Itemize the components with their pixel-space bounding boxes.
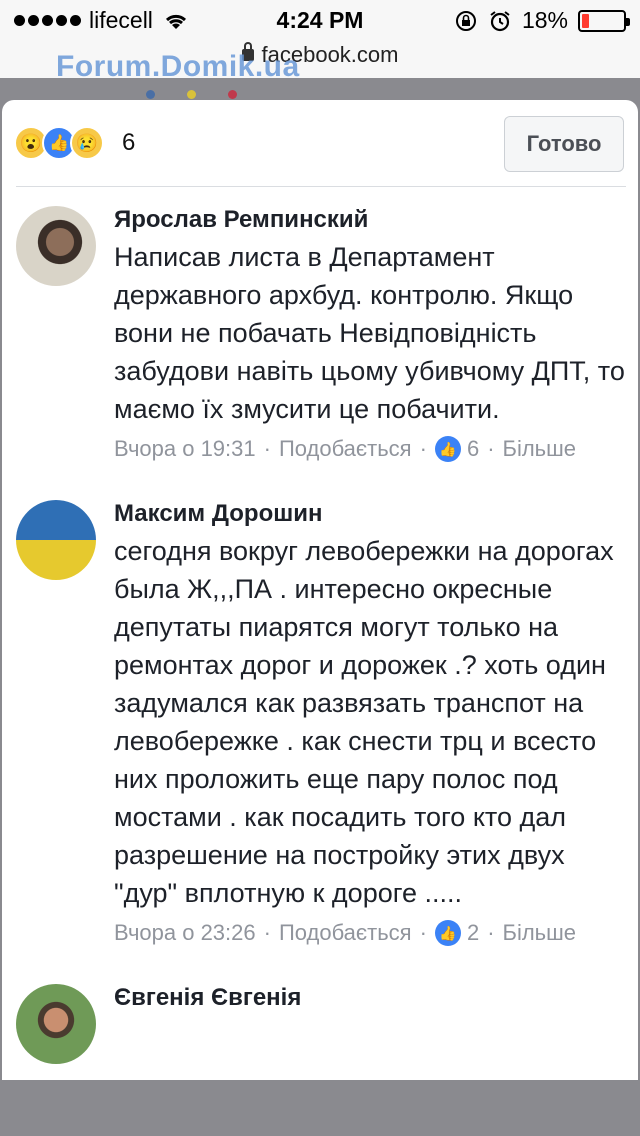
battery-level: [582, 13, 590, 28]
separator: ·: [263, 920, 271, 945]
comments-list: Ярослав Ремпинский Написав листа в Депар…: [2, 204, 638, 1064]
more-link[interactable]: Більше: [503, 436, 577, 462]
comment: Максим Дорошин сегодня вокруг левобережк…: [2, 498, 638, 946]
comment-author[interactable]: Євгенія Євгенія: [114, 982, 626, 1014]
done-button[interactable]: Готово: [504, 116, 624, 172]
status-bar: lifecell 4:24 PM 18%: [0, 0, 640, 40]
separator: ·: [419, 436, 427, 461]
comment-author[interactable]: Ярослав Ремпинский: [114, 204, 626, 236]
comment: Ярослав Ремпинский Написав листа в Депар…: [2, 204, 638, 462]
alarm-icon: [490, 10, 510, 31]
sheet-header: 😮 👍 😢 6 Готово: [2, 100, 638, 188]
rotation-lock-icon: [455, 10, 476, 31]
reactions-summary[interactable]: 😮 👍 😢 6: [14, 126, 135, 160]
divider: [16, 186, 626, 187]
bottom-background: [0, 1080, 640, 1136]
like-icon: 👍: [434, 920, 461, 946]
battery-percent: 18%: [521, 7, 568, 33]
sad-reaction-icon: 😢: [70, 126, 104, 160]
like-count[interactable]: 2: [467, 920, 479, 946]
like-link[interactable]: Подобається: [279, 436, 412, 462]
comment-meta: Вчора о 23:26 · Подобається · 👍 2 · Біль…: [114, 920, 626, 946]
reactions-sheet: 😮 👍 😢 6 Готово Ярослав Ремпинский Написа…: [2, 100, 638, 1080]
separator: ·: [263, 436, 271, 461]
watermark: Forum.Domik.ua: [56, 50, 300, 83]
comment-time[interactable]: Вчора о 23:26: [114, 920, 256, 946]
status-right: 18%: [454, 7, 630, 34]
comment-meta: Вчора о 19:31 · Подобається · 👍 6 · Біль…: [114, 436, 626, 462]
avatar[interactable]: [16, 500, 96, 580]
like-icon: 👍: [434, 436, 461, 462]
comment-time[interactable]: Вчора о 19:31: [114, 436, 256, 462]
battery-icon: [578, 9, 630, 32]
comment: Євгенія Євгенія: [2, 982, 638, 1064]
like-link[interactable]: Подобається: [279, 920, 412, 946]
comment-author[interactable]: Максим Дорошин: [114, 498, 626, 530]
reactions-count: 6: [122, 129, 136, 156]
avatar[interactable]: [16, 206, 96, 286]
separator: ·: [487, 436, 495, 461]
like-count[interactable]: 6: [467, 436, 479, 462]
comment-text: сегодня вокруг левобережки на дорогах бы…: [114, 536, 614, 908]
watermark-dots: [146, 90, 237, 99]
separator: ·: [487, 920, 495, 945]
separator: ·: [419, 920, 427, 945]
more-link[interactable]: Більше: [503, 920, 577, 946]
comment-text: Написав листа в Департамент державного а…: [114, 242, 625, 424]
avatar[interactable]: [16, 984, 96, 1064]
